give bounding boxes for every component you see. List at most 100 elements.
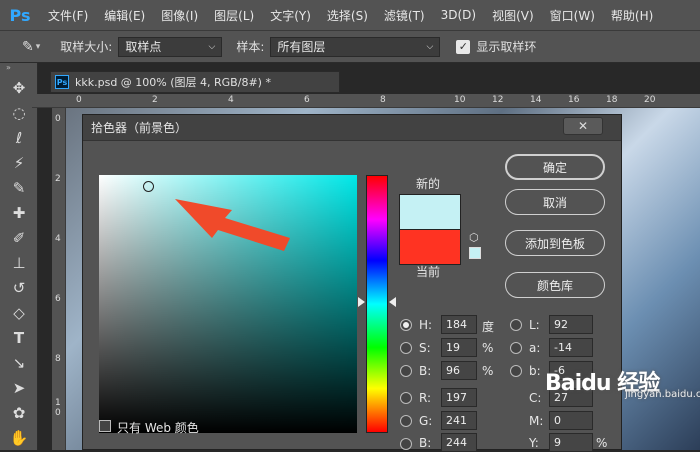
ruler-tick-label: 6: [55, 294, 61, 304]
show-ring-checkbox[interactable]: ✓: [456, 39, 471, 54]
photoshop-logo[interactable]: Ps: [0, 0, 40, 30]
menu-file[interactable]: 文件(F): [48, 7, 88, 24]
sample-size-label: 取样大小:: [60, 40, 113, 54]
menu-layer[interactable]: 图层(L): [214, 7, 254, 24]
baidu-watermark: Baidu 经验 jingyan.baidu.com: [545, 365, 700, 400]
chevron-down-icon[interactable]: ▾: [36, 42, 41, 52]
lab-l-input[interactable]: 92: [549, 315, 593, 334]
menu-view[interactable]: 视图(V): [492, 7, 534, 24]
ruler-tick-label: 0: [76, 95, 82, 105]
horizontal-ruler[interactable]: 0 2 4 6 8 10 12 14 16 18 20: [32, 94, 700, 108]
history-brush-tool-icon[interactable]: ↺: [0, 275, 38, 300]
menu-select[interactable]: 选择(S): [327, 7, 368, 24]
menu-type[interactable]: 文字(Y): [270, 7, 311, 24]
show-ring-label: 显示取样环: [476, 40, 537, 54]
menu-bar: Ps 文件(F) 编辑(E) 图像(I) 图层(L) 文字(Y) 选择(S) 滤…: [0, 0, 700, 30]
red-radio[interactable]: [400, 392, 412, 404]
ruler-tick-label: 1: [55, 398, 61, 408]
brightness-input[interactable]: 96: [441, 361, 477, 380]
path-select-tool-icon[interactable]: ↘: [0, 350, 38, 375]
ruler-tick-label: 16: [568, 95, 580, 105]
eyedropper-icon[interactable]: ✎: [22, 39, 34, 55]
lasso-tool-icon[interactable]: ℓ: [0, 125, 38, 150]
custom-shape-tool-icon[interactable]: ✿: [0, 400, 38, 425]
hue-slider[interactable]: [366, 175, 388, 433]
green-radio[interactable]: [400, 415, 412, 427]
saturation-label: S:: [419, 341, 431, 355]
saturation-input[interactable]: 19: [441, 338, 477, 357]
cube-icon[interactable]: ⬡: [469, 231, 479, 244]
yellow-label: Y:: [529, 436, 539, 450]
hue-slider-left-handle[interactable]: [358, 297, 365, 307]
blue-radio[interactable]: [400, 438, 412, 450]
menu-help[interactable]: 帮助(H): [611, 7, 653, 24]
document-tab[interactable]: Ps kkk.psd @ 100% (图层 4, RGB/8#) *: [50, 71, 340, 93]
document-tab-title: kkk.psd @ 100% (图层 4, RGB/8#) *: [75, 76, 271, 89]
color-picker-dialog: 拾色器（前景色） ✕ 新的 当前 ⬡ 确定 取消 添加到色板 颜色库 H: 18…: [82, 114, 622, 452]
options-bar: ✎ ▾ 取样大小: 取样点 ⌵ 样本: 所有图层 ⌵ ✓ 显示取样环: [0, 30, 700, 63]
brush-tool-icon[interactable]: ✐: [0, 225, 38, 250]
yellow-input[interactable]: 9: [549, 433, 593, 452]
lab-l-label: L:: [529, 318, 540, 332]
menu-filter[interactable]: 滤镜(T): [384, 7, 425, 24]
lab-l-radio[interactable]: [510, 319, 522, 331]
ruler-tick-label: 2: [55, 174, 61, 184]
red-input[interactable]: 197: [441, 388, 477, 407]
direct-select-tool-icon[interactable]: ➤: [0, 375, 38, 400]
type-tool-icon[interactable]: T: [0, 325, 38, 350]
eraser-tool-icon[interactable]: ◇: [0, 300, 38, 325]
hue-slider-right-handle[interactable]: [389, 297, 396, 307]
lab-b-radio[interactable]: [510, 365, 522, 377]
stamp-tool-icon[interactable]: ⊥: [0, 250, 38, 275]
sample-size-value: 取样点: [125, 40, 162, 54]
menu-edit[interactable]: 编辑(E): [104, 7, 145, 24]
panel-collapse-icon[interactable]: »: [0, 63, 37, 75]
cancel-button[interactable]: 取消: [505, 189, 605, 215]
psd-file-icon: Ps: [55, 75, 69, 89]
web-colors-only-label: 只有 Web 颜色: [117, 421, 199, 435]
lab-a-radio[interactable]: [510, 342, 522, 354]
chevron-down-icon: ⌵: [208, 41, 216, 52]
saturation-radio[interactable]: [400, 342, 412, 354]
ruler-tick-label: 14: [530, 95, 542, 105]
ruler-tick-label: 0: [55, 114, 61, 124]
web-safe-swatch[interactable]: [469, 247, 481, 259]
lab-a-input[interactable]: -14: [549, 338, 593, 357]
healing-brush-tool-icon[interactable]: ✚: [0, 200, 38, 225]
hue-radio[interactable]: [400, 319, 412, 331]
eyedropper-tool-icon[interactable]: ✎: [0, 175, 38, 200]
annotation-arrow-icon: [175, 199, 290, 251]
brightness-radio[interactable]: [400, 365, 412, 377]
sample-select[interactable]: 所有图层 ⌵: [270, 36, 441, 57]
menu-image[interactable]: 图像(I): [161, 7, 198, 24]
magic-wand-tool-icon[interactable]: ⚡: [0, 150, 38, 175]
current-color-swatch[interactable]: [399, 229, 461, 265]
ruler-tick-label: 8: [55, 354, 61, 364]
cyan-label: C:: [529, 391, 542, 405]
vertical-ruler[interactable]: 0 2 4 6 8 1 0: [52, 108, 66, 450]
chevron-down-icon: ⌵: [426, 41, 434, 52]
menu-window[interactable]: 窗口(W): [550, 7, 595, 24]
sample-value: 所有图层: [277, 40, 326, 54]
dialog-title-bar[interactable]: 拾色器（前景色）: [83, 115, 621, 141]
magenta-input[interactable]: 0: [549, 411, 593, 430]
web-colors-only-checkbox[interactable]: [99, 420, 111, 432]
close-button[interactable]: ✕: [563, 117, 603, 135]
hue-input[interactable]: 184: [441, 315, 477, 334]
add-to-swatches-button[interactable]: 添加到色板: [505, 230, 605, 256]
ok-button[interactable]: 确定: [505, 154, 605, 180]
green-input[interactable]: 241: [441, 411, 477, 430]
sample-size-select[interactable]: 取样点 ⌵: [118, 36, 223, 57]
ruler-tick-label: 6: [304, 95, 310, 105]
magenta-label: M:: [529, 414, 544, 428]
hue-unit: 度: [482, 320, 495, 334]
color-libraries-button[interactable]: 颜色库: [505, 272, 605, 298]
ruler-tick-label: 8: [380, 95, 386, 105]
lab-b-label: b:: [529, 364, 541, 378]
menu-3d[interactable]: 3D(D): [441, 8, 476, 22]
blue-input[interactable]: 244: [441, 433, 477, 452]
hand-tool-icon[interactable]: ✋: [0, 425, 38, 450]
watermark-url: jingyan.baidu.com: [625, 389, 700, 400]
current-color-label: 当前: [416, 265, 441, 279]
color-cursor[interactable]: [143, 181, 154, 192]
